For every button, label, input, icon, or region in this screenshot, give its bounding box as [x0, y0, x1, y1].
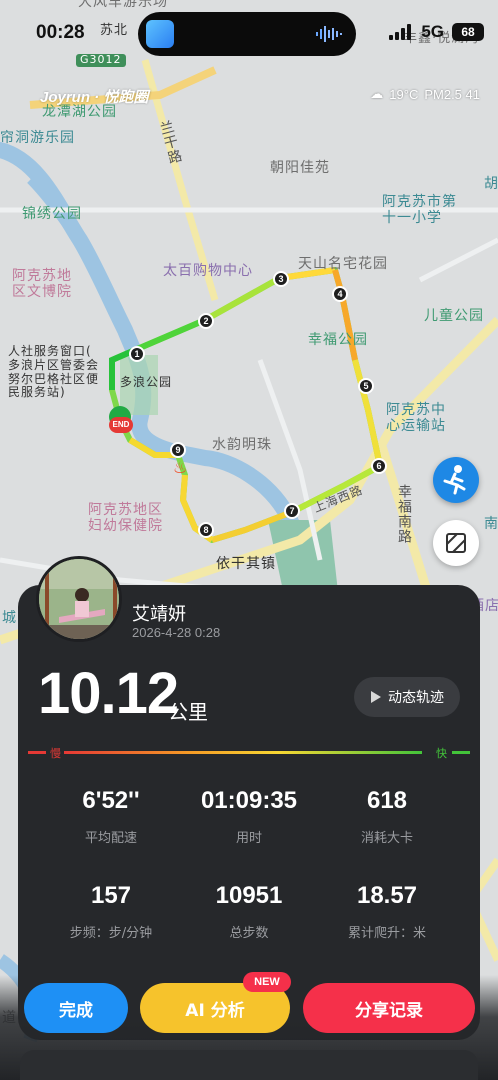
- map-label-dong-park: 帘洞游乐园: [0, 130, 75, 146]
- map-label-taibai: 太百购物中心: [163, 263, 253, 279]
- map-label-duolang-park: 多浪公园: [120, 375, 173, 389]
- audio-wave-icon: [316, 26, 342, 42]
- map-label-yiganqi: 依干其镇: [216, 556, 276, 572]
- brand-logo: Joyrun · 悦跑圈: [40, 89, 149, 106]
- stat-value: 157: [90, 882, 132, 909]
- layers-icon: [446, 533, 466, 553]
- map-label-cheng: 城: [2, 610, 17, 626]
- route-km-marker: 7: [284, 503, 300, 519]
- replay-track-button[interactable]: 动态轨迹: [354, 677, 460, 717]
- map-label-school: 阿克苏市第 十一小学: [382, 194, 457, 227]
- map-label-maternal: 阿克苏地区 妇幼保健院: [88, 502, 163, 535]
- cloud-icon: ☁: [370, 86, 384, 101]
- user-name: 艾靖妍: [132, 604, 186, 625]
- map-label-xingfu-park: 幸福公园: [308, 332, 368, 348]
- weather-info: ☁ 19°C PM2.5 41: [370, 86, 480, 102]
- map-label-chaoyang: 朝阳佳苑: [270, 160, 330, 176]
- status-indicators: 5G 68: [389, 22, 484, 42]
- map-label-jinxiu-park: 锦绣公园: [22, 206, 82, 222]
- network-label: 5G: [421, 22, 444, 41]
- route-km-marker: 9: [170, 442, 186, 458]
- fire-icon: ♨: [173, 458, 188, 477]
- weather-air: PM2.5 41: [424, 86, 480, 102]
- weather-temperature: 19°C: [389, 86, 419, 102]
- signal-icon: [389, 24, 412, 40]
- stat-label: 累计爬升：米: [347, 926, 426, 941]
- distance-value: 10.12: [38, 661, 179, 726]
- map-label-nan: 南: [484, 516, 498, 532]
- stat-value: 6'52'': [82, 787, 140, 814]
- dynamic-island[interactable]: [138, 12, 356, 56]
- status-bar: 00:28 5G 68: [0, 0, 498, 62]
- route-km-marker: 4: [332, 286, 348, 302]
- stat-value: 10951: [215, 882, 283, 909]
- stat-value: 01:09:35: [200, 787, 298, 814]
- stat-value: 618: [366, 787, 408, 814]
- stat-duration: 01:09:35 用时: [174, 787, 324, 846]
- avatar[interactable]: [36, 556, 122, 642]
- runner-view-button[interactable]: [433, 457, 479, 503]
- stat-label: 用时: [235, 831, 262, 846]
- stat-label: 总步数: [229, 926, 269, 941]
- stat-label: 步频：步/分钟: [69, 926, 153, 941]
- status-time: 00:28: [36, 22, 85, 43]
- stat-avg-pace: 6'52'' 平均配速: [36, 787, 186, 846]
- stat-cadence: 157 步频：步/分钟: [36, 882, 186, 941]
- map-label-mingzhai: 天山名宅花园: [298, 256, 388, 272]
- new-badge: NEW: [243, 972, 291, 992]
- app-icon: [146, 20, 174, 48]
- end-marker: END: [109, 417, 133, 433]
- pace-gradient-bar: [28, 751, 470, 754]
- battery-icon: 68: [452, 23, 484, 41]
- stat-calories: 618 消耗大卡: [312, 787, 462, 846]
- route-km-marker: 6: [371, 458, 387, 474]
- stat-value: 18.57: [356, 882, 418, 909]
- replay-label: 动态轨迹: [388, 690, 444, 706]
- stat-total-steps: 10951 总步数: [174, 882, 324, 941]
- finish-button[interactable]: 完成: [24, 983, 128, 1033]
- play-icon: [371, 691, 381, 703]
- runner-icon: [443, 465, 466, 495]
- road-label-xingfu-south: 幸福南路: [396, 484, 412, 544]
- route-km-marker: 2: [198, 313, 214, 329]
- run-datetime: 2026-4-28 0:28: [132, 625, 221, 640]
- map-style-button[interactable]: [433, 520, 479, 566]
- share-record-button[interactable]: 分享记录: [303, 983, 475, 1033]
- bottom-sheet-handle: [20, 1050, 478, 1080]
- pace-slow-label: 慢: [50, 747, 61, 760]
- map-label-hu: 胡: [484, 176, 498, 192]
- map-label-culture-museum: 阿克苏地 区文博院: [12, 268, 72, 301]
- map-label-children-park: 儿童公园: [424, 308, 484, 324]
- route-km-marker: 8: [198, 522, 214, 538]
- stat-elevation-gain: 18.57 累计爬升：米: [312, 882, 462, 941]
- route-km-marker: 5: [358, 378, 374, 394]
- distance-unit: 公里: [168, 700, 208, 724]
- stat-label: 平均配速: [84, 831, 137, 846]
- map-label-service-station: 人社服务窗口( 多浪片区管委会 努尔巴格社区便 民服务站): [8, 344, 100, 400]
- route-km-marker: 1: [129, 346, 145, 362]
- pace-fast-label: 快: [436, 747, 447, 760]
- map-label-shuiyun: 水韵明珠: [212, 437, 272, 453]
- stat-label: 消耗大卡: [360, 831, 413, 846]
- route-km-marker: 3: [273, 271, 289, 287]
- map-label-transport: 阿克苏中 心运输站: [386, 402, 446, 435]
